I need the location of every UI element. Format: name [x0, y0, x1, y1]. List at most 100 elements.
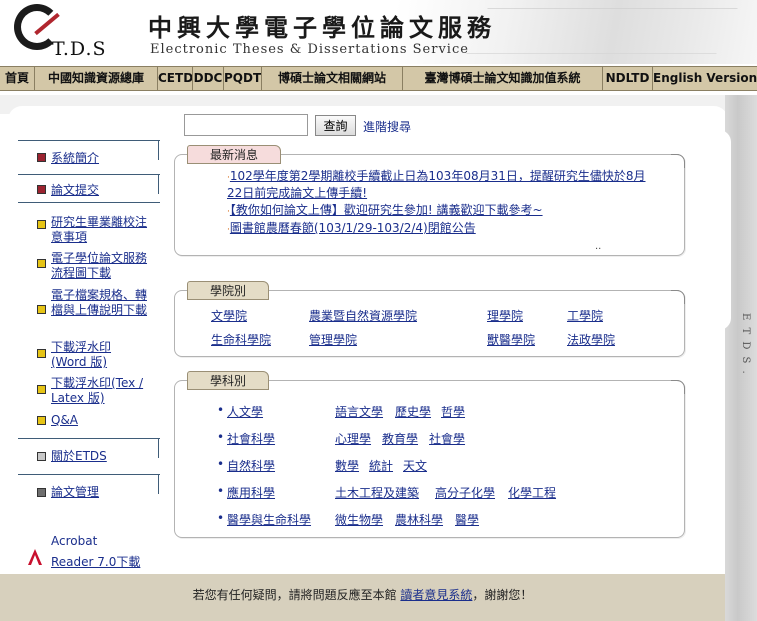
- square-bullet-icon: [37, 452, 46, 461]
- top-nav: 首頁 中國知識資源總庫 CETD DDC PQDT 博碩士論文相關網站 臺灣博碩…: [0, 66, 757, 91]
- square-bullet-icon: [37, 488, 46, 497]
- college-link[interactable]: 工學院: [567, 307, 603, 324]
- nav-cnki[interactable]: 中國知識資源總庫: [35, 67, 158, 90]
- news-item[interactable]: ·102學年度第2學期離校手續截止日為103年08月31日，提醒研究生儘快於8月…: [227, 169, 647, 201]
- nav-ndltd-taiwan[interactable]: 臺灣博碩士論文知識加值系統: [403, 67, 603, 90]
- site-header: T.D.S 中興大學電子學位論文服務 Electronic Theses & D…: [0, 0, 757, 64]
- news-item-link[interactable]: 【教你如何論文上傳】歡迎研究生參加! 講義歡迎下載參考~: [230, 203, 543, 217]
- search-input[interactable]: [184, 114, 308, 136]
- subject-link[interactable]: 微生物學: [335, 511, 383, 528]
- acrobat-label: Acrobat: [51, 534, 98, 548]
- acrobat-reader-download-link[interactable]: Reader 7.0下載: [51, 553, 140, 570]
- sidebar-divider-vertical: [158, 474, 159, 494]
- news-panel: 最新消息 ·102學年度第2學期離校手續截止日為103年08月31日，提醒研究生…: [174, 145, 685, 256]
- college-link[interactable]: 法政學院: [567, 331, 615, 348]
- sidebar-item-label[interactable]: 系統簡介: [51, 151, 99, 166]
- college-link[interactable]: 生命科學院: [211, 331, 271, 348]
- nav-ndltd[interactable]: NDLTD: [603, 67, 653, 90]
- adobe-acrobat-icon[interactable]: [26, 548, 44, 566]
- news-more-dots[interactable]: ..: [595, 241, 601, 252]
- news-item[interactable]: ·【教你如何論文上傳】歡迎研究生參加! 講義歡迎下載參考~: [227, 203, 543, 220]
- subject-link[interactable]: 數學: [335, 457, 359, 474]
- site-logo[interactable]: T.D.S: [14, 4, 134, 60]
- sidebar-divider: [18, 174, 160, 175]
- subject-link[interactable]: 歷史學: [395, 403, 431, 420]
- sidebar-item-label[interactable]: 關於ETDS: [51, 449, 107, 464]
- news-item[interactable]: ·圖書館農曆春節(103/1/29-103/2/4)閉館公告: [227, 221, 476, 238]
- sidebar-item-label[interactable]: Q&A: [51, 413, 78, 428]
- college-tab-title: 學院別: [187, 281, 270, 300]
- footer-prefix: 若您有任何疑問，請將問題反應至本館: [192, 588, 401, 602]
- subject-group-link[interactable]: 自然科學: [227, 457, 275, 474]
- subject-group-link[interactable]: 人文學: [227, 403, 263, 420]
- nav-pqdt[interactable]: PQDT: [224, 67, 262, 90]
- sidebar-divider: [18, 140, 160, 141]
- subject-tab-title: 學科別: [187, 371, 270, 390]
- bullet-icon: •: [217, 403, 225, 417]
- subject-link[interactable]: 農林科學: [395, 511, 443, 528]
- subject-link[interactable]: 醫學: [455, 511, 479, 528]
- subject-group-link[interactable]: 醫學與生命科學: [227, 511, 311, 528]
- college-link[interactable]: 管理學院: [309, 331, 357, 348]
- news-item-link[interactable]: 102學年度第2學期離校手續截止日為103年08月31日，提醒研究生儘快於8月2…: [227, 169, 646, 200]
- sidebar-divider: [18, 438, 160, 439]
- logo-text: T.D.S: [52, 38, 107, 60]
- nav-home[interactable]: 首頁: [0, 67, 35, 90]
- subject-link[interactable]: 哲學: [441, 403, 465, 420]
- footer-suffix: ，謝謝您！: [472, 588, 533, 602]
- advanced-search-link[interactable]: 進階搜尋: [363, 118, 411, 135]
- footer-text: 若您有任何疑問，請將問題反應至本館 讀者意見系統，謝謝您！: [0, 586, 725, 603]
- sidebar-item-label[interactable]: 論文管理: [51, 485, 99, 500]
- square-bullet-icon: [37, 349, 46, 358]
- sidebar-item-label[interactable]: 下載浮水印(Word 版): [51, 340, 131, 370]
- sidebar-divider-vertical: [158, 438, 159, 458]
- square-bullet-icon: [37, 220, 46, 229]
- subject-group-link[interactable]: 社會科學: [227, 430, 275, 447]
- bullet-icon: •: [217, 457, 225, 471]
- subject-link[interactable]: 教育學: [382, 430, 418, 447]
- subject-link[interactable]: 化學工程: [508, 484, 556, 501]
- header-book-decoration: [466, 8, 738, 54]
- search-button[interactable]: 查詢: [315, 115, 356, 136]
- college-link[interactable]: 文學院: [211, 307, 247, 324]
- sidebar-divider: [18, 474, 160, 475]
- subject-group-link[interactable]: 應用科學: [227, 484, 275, 501]
- college-link[interactable]: 農業暨自然資源學院: [309, 307, 417, 324]
- subject-link[interactable]: 高分子化學: [435, 484, 495, 501]
- site-subtitle: Electronic Theses & Dissertations Servic…: [150, 42, 469, 57]
- subject-panel: 學科別 • 人文學 語言文學 歷史學 哲學 • 社會科學 心理學 教育學 社會學…: [174, 371, 685, 538]
- side-etds-label: E T D S .: [740, 313, 751, 376]
- sidebar-item-label[interactable]: 電子學位論文服務流程圖下載: [51, 251, 147, 281]
- square-bullet-icon: [37, 259, 46, 268]
- college-panel: 學院別 文學院 農業暨自然資源學院 理學院 工學院 生命科學院 管理學院 獸醫學…: [174, 281, 685, 357]
- square-bullet-icon: [37, 385, 46, 394]
- nav-thesis-sites[interactable]: 博碩士論文相關網站: [262, 67, 403, 90]
- college-link[interactable]: 理學院: [487, 307, 523, 324]
- news-item-link[interactable]: 圖書館農曆春節(103/1/29-103/2/4)閉館公告: [230, 221, 476, 235]
- subject-link[interactable]: 語言文學: [335, 403, 383, 420]
- subject-link[interactable]: 統計: [369, 457, 393, 474]
- square-bullet-icon: [37, 416, 46, 425]
- sidebar-divider-vertical: [158, 174, 159, 194]
- subject-link[interactable]: 土木工程及建築: [335, 484, 419, 501]
- sidebar-item-label[interactable]: 研究生畢業離校注意事項: [51, 215, 147, 245]
- nav-cetd[interactable]: CETD: [158, 67, 193, 90]
- footer: 若您有任何疑問，請將問題反應至本館 讀者意見系統，謝謝您！: [0, 574, 725, 621]
- nav-ddc[interactable]: DDC: [193, 67, 224, 90]
- sidebar-item-label[interactable]: 論文提交: [51, 183, 99, 198]
- site-title: 中興大學電子學位論文服務: [148, 13, 496, 42]
- sidebar-divider-vertical: [158, 140, 159, 160]
- square-bullet-icon: [37, 153, 46, 162]
- nav-english[interactable]: English Version: [653, 67, 757, 90]
- sidebar-item-label[interactable]: 電子檔案規格、轉檔與上傳說明下載: [51, 288, 147, 318]
- college-link[interactable]: 獸醫學院: [487, 331, 535, 348]
- subject-link[interactable]: 心理學: [335, 430, 371, 447]
- bullet-icon: •: [217, 484, 225, 498]
- feedback-system-link[interactable]: 讀者意見系統: [400, 588, 472, 602]
- bullet-icon: •: [217, 430, 225, 444]
- sidebar-item-label[interactable]: 下載浮水印(Tex / Latex 版): [51, 376, 147, 406]
- square-bullet-icon: [37, 305, 46, 314]
- panel-corner: [671, 154, 685, 168]
- subject-link[interactable]: 天文: [403, 457, 427, 474]
- subject-link[interactable]: 社會學: [429, 430, 465, 447]
